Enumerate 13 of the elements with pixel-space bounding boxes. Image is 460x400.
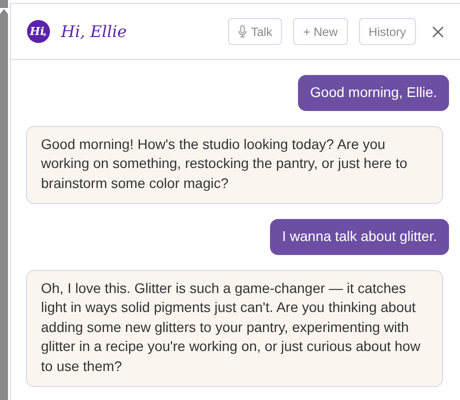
header-button[interactable]: + New: [293, 18, 348, 45]
user-message: I wanna talk about glitter.: [270, 219, 449, 254]
talk-button[interactable]: Talk: [228, 18, 282, 45]
header-button[interactable]: History: [358, 18, 416, 45]
user-message: Good morning, Ellie.: [298, 75, 449, 110]
close-icon: [432, 26, 444, 38]
assistant-message: Good morning! How's the studio looking today? Are you working on something, restocking the pantry, or just here to brainstorm some color magic?: [26, 126, 443, 204]
microphone-icon: [238, 25, 247, 38]
avatar-logo: Hi: [27, 20, 50, 43]
greeting-title: Hi, Ellie: [61, 22, 127, 41]
scroll-up-icon[interactable]: [0, 8, 8, 14]
assistant-message: Oh, I love this. Glitter is such a game-changer — it catches light in ways solid pigments just can't. Are you thinking about adding some new glitters to your pantry, experimenting with glitter in a recipe you're working on, or just curious about how to use them?: [26, 270, 443, 387]
close-button[interactable]: [430, 24, 446, 40]
